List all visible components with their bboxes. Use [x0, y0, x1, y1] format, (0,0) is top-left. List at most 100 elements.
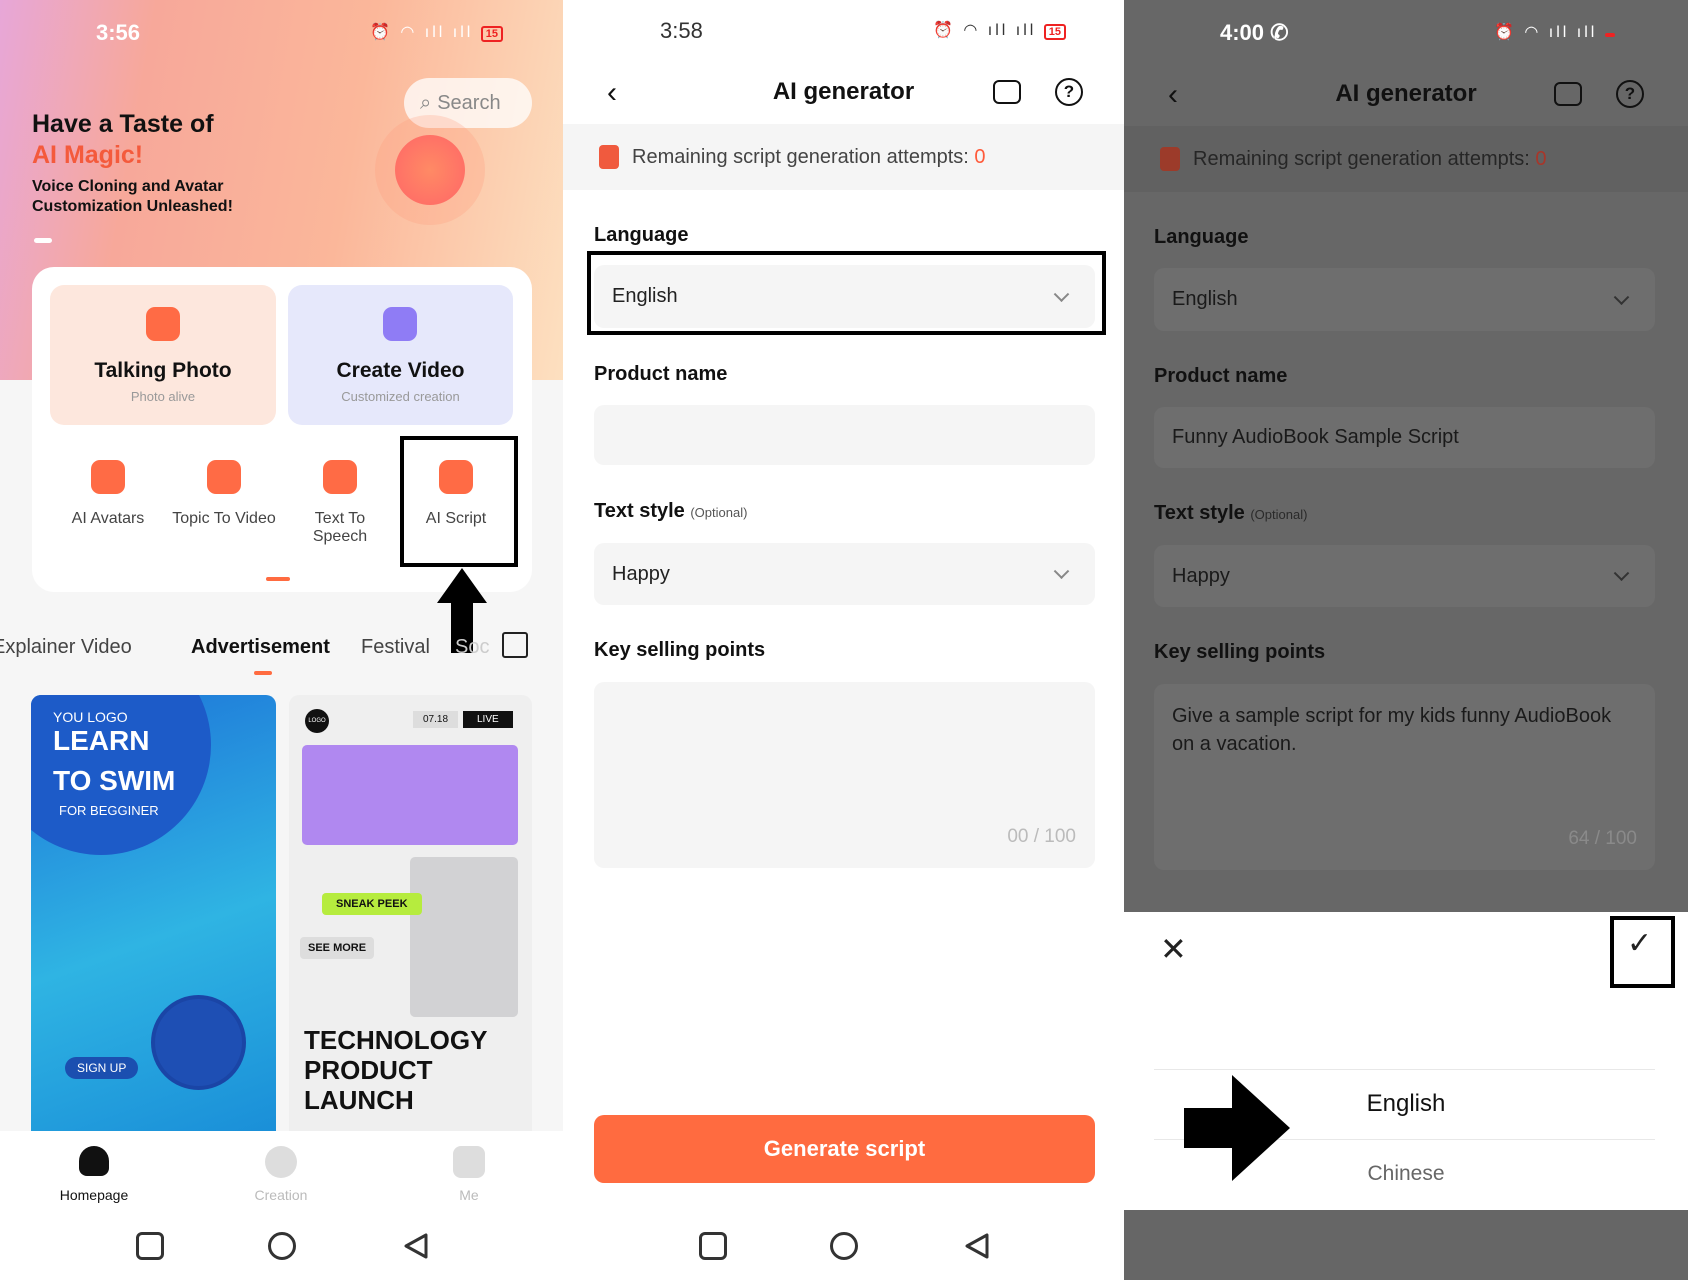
template-learn-to-swim[interactable]: YOU LOGO LEARN TO SWIM FOR BEGGINER SIGN…	[31, 695, 276, 1131]
status-icons: ⏰ ◠ ıll ıll 15	[933, 20, 1067, 40]
banner-pager	[34, 238, 52, 243]
tool-text-to-speech[interactable]: Text To Speech	[300, 460, 380, 546]
points-text: Give a sample script for my kids funny A…	[1172, 705, 1612, 755]
product-name-value: Funny AudioBook Sample Script	[1172, 426, 1459, 448]
notice-icon	[1160, 147, 1180, 171]
tab-festival[interactable]: Festival	[361, 636, 430, 659]
mail-edit-icon[interactable]	[993, 80, 1021, 104]
see-more-tag: SEE MORE	[300, 937, 375, 959]
chevron-down-icon	[1053, 563, 1070, 580]
back-button[interactable]	[963, 1232, 991, 1260]
notice-text: Remaining script generation attempts: 0	[1193, 148, 1547, 171]
home-button[interactable]	[830, 1232, 858, 1260]
status-time: 3:56	[96, 20, 141, 45]
close-icon[interactable]: ✕	[1160, 930, 1187, 968]
sign-up-badge: SIGN UP	[65, 1057, 139, 1079]
status-icons: ⏰ ◠ ıll ıll 15	[370, 22, 504, 42]
highlight-box	[587, 251, 1106, 335]
points-text	[594, 682, 1095, 718]
page-title: AI generator	[1335, 80, 1477, 107]
feature-subtitle: Photo alive	[130, 389, 196, 404]
thumb-headline: TECHNOLOGY PRODUCT LAUNCH	[304, 1025, 487, 1115]
text-style-value: Happy	[612, 562, 670, 585]
thumb-title: LEARN	[53, 725, 150, 756]
talking-photo-card[interactable]: Talking Photo Photo alive	[50, 285, 276, 425]
help-icon[interactable]: ?	[1616, 80, 1644, 108]
back-button[interactable]	[402, 1232, 430, 1260]
attempts-count: 0	[974, 146, 986, 168]
nav-homepage[interactable]: Homepage	[44, 1187, 144, 1203]
banner-title: Have a Taste of	[32, 110, 214, 138]
char-counter: 00 / 100	[1007, 826, 1076, 847]
text-style-label: Text style (Optional)	[1154, 502, 1307, 525]
text-style-select[interactable]: Happy	[1154, 545, 1655, 607]
divider	[1154, 1069, 1655, 1070]
thumb-headline-1: TECHNOLOGY	[304, 1025, 488, 1055]
battery-icon: 15	[480, 26, 504, 42]
tool-ai-avatars[interactable]: AI Avatars	[48, 460, 168, 528]
home-button[interactable]	[268, 1232, 296, 1260]
thumb-headline-3: LAUNCH	[304, 1085, 414, 1115]
tool-topic-to-video[interactable]: Topic To Video	[164, 460, 284, 528]
text-style-label: Text style (Optional)	[594, 500, 747, 523]
presenter-avatar	[151, 995, 246, 1090]
product-name-label: Product name	[594, 363, 728, 385]
page-title: AI generator	[772, 78, 915, 105]
banner-subtitle: Voice Cloning and Avatar	[32, 178, 224, 195]
waveform-icon	[323, 460, 357, 494]
thumb-headline-2: PRODUCT	[304, 1055, 433, 1085]
sneak-peek-tag: SNEAK PEEK	[322, 893, 422, 915]
home-screen: 3:56 ⏰ ◠ ıll ıll 15 Have a Taste of AI M…	[0, 0, 563, 1280]
language-label: Language	[594, 224, 689, 246]
recents-button[interactable]	[699, 1232, 727, 1260]
key-selling-points-label: Key selling points	[1154, 641, 1326, 663]
notice-label: Remaining script generation attempts:	[632, 146, 969, 168]
recents-button[interactable]	[136, 1232, 164, 1260]
nav-me[interactable]: Me	[419, 1187, 519, 1203]
language-select[interactable]: English	[1154, 268, 1655, 331]
tool-label: Text To Speech	[312, 510, 368, 545]
template-technology-launch[interactable]: LOGO 07.18 LIVE SNEAK PEEK SEE MORE TECH…	[289, 695, 532, 1131]
product-name-input[interactable]: Funny AudioBook Sample Script	[1154, 407, 1655, 468]
chevron-down-icon	[1613, 565, 1630, 582]
chat-icon	[146, 307, 180, 341]
tools-pager	[266, 577, 290, 581]
battery-icon: 15	[1043, 24, 1067, 40]
status-icons: ⏰ ◠ ıll ıll	[1494, 22, 1615, 42]
generate-script-button[interactable]: Generate script	[594, 1115, 1095, 1183]
create-video-card[interactable]: Create Video Customized creation	[288, 285, 513, 425]
tab-social[interactable]: Soc	[455, 636, 489, 659]
text-style-select[interactable]: Happy	[594, 543, 1095, 605]
thumb-title-2: TO SWIM	[53, 765, 176, 796]
highlight-box	[400, 436, 518, 567]
feature-title: Talking Photo	[94, 359, 232, 382]
language-value: English	[1172, 288, 1238, 310]
home-icon[interactable]	[79, 1146, 109, 1176]
nav-creation[interactable]: Creation	[231, 1187, 331, 1203]
tab-explainer-video[interactable]: Explainer Video	[0, 636, 132, 659]
help-icon[interactable]: ?	[1055, 78, 1083, 106]
avatar-icon	[91, 460, 125, 494]
system-nav-dimmed	[1124, 1210, 1688, 1280]
search-button[interactable]: ⌕ Search	[404, 78, 532, 128]
live-badge: LIVE	[463, 711, 513, 728]
video-plus-icon	[383, 307, 417, 341]
mail-edit-icon[interactable]	[1554, 82, 1582, 106]
battery-icon	[1604, 33, 1615, 37]
product-name-input[interactable]	[594, 405, 1095, 465]
attempts-count: 0	[1535, 148, 1547, 170]
expand-tabs-icon[interactable]	[502, 632, 528, 658]
text-style-value: Happy	[1172, 564, 1230, 587]
me-icon[interactable]	[453, 1146, 485, 1178]
text-style-title: Text style	[1154, 502, 1245, 524]
tool-label: AI Avatars	[71, 510, 145, 527]
notice-label: Remaining script generation attempts:	[1193, 148, 1530, 170]
status-time: 4:00 ✆	[1220, 20, 1289, 46]
product-name-label: Product name	[1154, 365, 1288, 387]
feature-title: Create Video	[336, 359, 465, 382]
creation-icon[interactable]	[265, 1146, 297, 1178]
char-counter: 64 / 100	[1568, 828, 1637, 849]
search-label: Search	[437, 91, 501, 114]
tab-advertisement[interactable]: Advertisement	[191, 636, 330, 659]
language-picker-screen: 4:00 ✆ ⏰ ◠ ıll ıll ‹ AI generator ? Rema…	[1124, 0, 1688, 1280]
